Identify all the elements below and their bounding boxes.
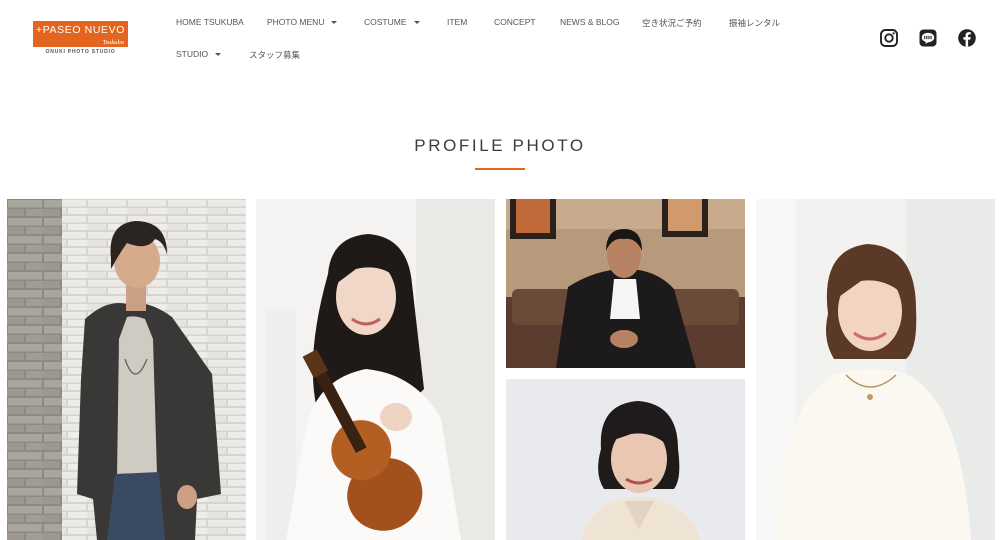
logo-subtitle: ONUKI PHOTO STUDIO xyxy=(45,49,116,55)
profile-photo-man-brick-wall[interactable] xyxy=(7,199,246,540)
profile-photo-woman-blouse[interactable] xyxy=(756,199,995,540)
nav-label: CONCEPT xyxy=(494,17,536,27)
nav-label: NEWS & BLOG xyxy=(560,17,620,27)
nav-availability-reservation[interactable]: 空き状況ご予約 xyxy=(642,17,702,29)
profile-photo-woman-violin[interactable] xyxy=(256,199,495,540)
chevron-down-icon xyxy=(215,53,222,57)
nav-home-tsukuba[interactable]: HOME TSUKUBA xyxy=(176,17,244,27)
line-icon[interactable] xyxy=(918,28,938,48)
profile-photo-man-sofa[interactable] xyxy=(506,199,745,368)
nav-concept[interactable]: CONCEPT xyxy=(494,17,536,27)
nav-label: 空き状況ご予約 xyxy=(642,18,702,28)
nav-costume[interactable]: COSTUME xyxy=(364,17,420,27)
nav-item[interactable]: ITEM xyxy=(447,17,467,27)
chevron-down-icon xyxy=(331,21,338,25)
instagram-icon[interactable] xyxy=(879,28,899,48)
chevron-down-icon xyxy=(413,21,420,25)
nav-news-blog[interactable]: NEWS & BLOG xyxy=(560,17,620,27)
nav-label: HOME TSUKUBA xyxy=(176,17,244,27)
site-header: +PASEO NUEVO Tsukuba ONUKI PHOTO STUDIO … xyxy=(0,0,1000,80)
nav-label: ITEM xyxy=(447,17,468,27)
nav-furisode-rental[interactable]: 振袖レンタル xyxy=(729,17,780,29)
logo-script-text: Tsukuba xyxy=(102,39,124,46)
nav-staff-recruitment[interactable]: スタッフ募集 xyxy=(249,49,300,61)
nav-label: PHOTO MENU xyxy=(267,17,325,27)
nav-label: STUDIO xyxy=(176,49,209,59)
logo-main-text: +PASEO NUEVO xyxy=(36,24,125,36)
brand-logo[interactable]: +PASEO NUEVO Tsukuba ONUKI PHOTO STUDIO xyxy=(33,21,129,57)
logo-mark: +PASEO NUEVO Tsukuba xyxy=(33,21,128,47)
nav-studio[interactable]: STUDIO xyxy=(176,49,222,59)
nav-label: COSTUME xyxy=(364,17,407,27)
profile-photo-woman-grey[interactable] xyxy=(506,379,745,540)
nav-photo-menu[interactable]: PHOTO MENU xyxy=(267,17,338,27)
facebook-icon[interactable] xyxy=(957,28,977,48)
title-underline xyxy=(475,168,525,170)
nav-label: スタッフ募集 xyxy=(249,50,301,60)
section-title: PROFILE PHOTO xyxy=(414,136,586,155)
nav-label: 振袖レンタル xyxy=(729,18,781,28)
